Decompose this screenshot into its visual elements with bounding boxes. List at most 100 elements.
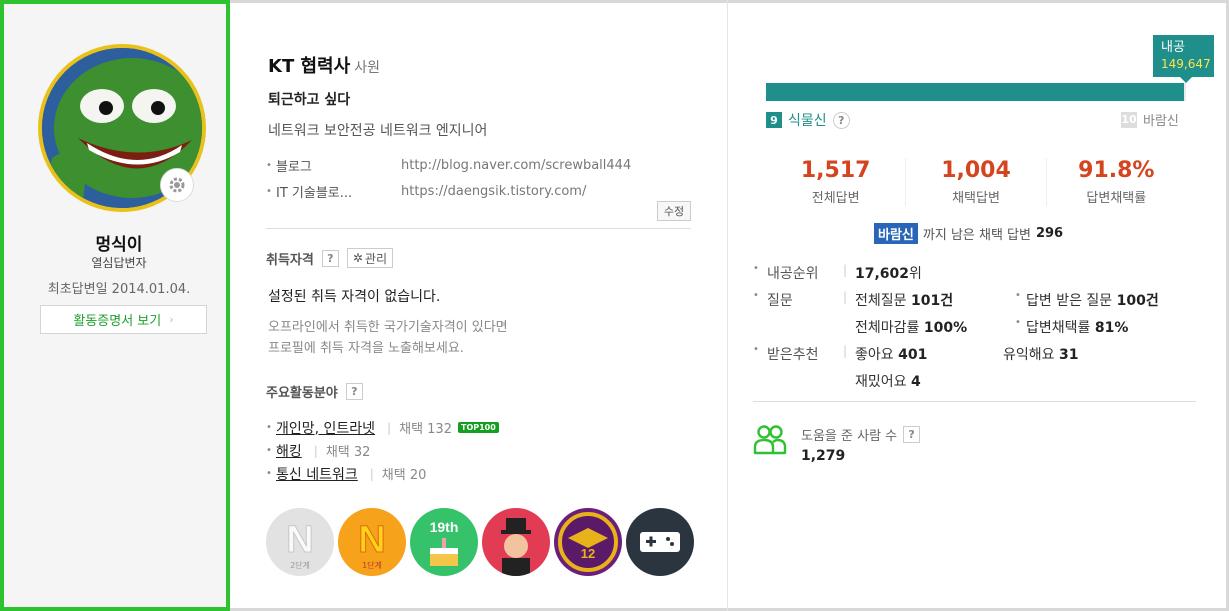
field-row: • 통신 네트워크 | 채택 20 [266, 462, 499, 485]
helpers-section: 도움을 준 사람 수 ? 1,279 [753, 423, 921, 464]
stat-label: 채택답변 [952, 191, 1000, 206]
current-level-name: 식물신 [788, 113, 827, 129]
useful-value: 31 [1058, 347, 1079, 363]
gear-icon [169, 177, 185, 193]
total-questions-label: 전체질문 [855, 293, 907, 309]
stat-adoption-rate: 91.8% 답변채택률 [1047, 158, 1186, 206]
field-count: 채택 132 [399, 422, 452, 437]
remaining-text: 까지 남은 채택 답변 [922, 228, 1031, 243]
helpers-help-icon[interactable]: ? [903, 426, 921, 443]
close-rate-value: 100% [923, 320, 968, 336]
rank-value-wrap: 17,602위 [855, 263, 922, 283]
separator: | [313, 443, 318, 458]
stat-value: 1,004 [941, 158, 1011, 183]
separator: | [843, 263, 848, 277]
stat-label: 전체답변 [811, 191, 860, 206]
answered-questions-value: 100건 [1116, 293, 1159, 309]
graduation-12-badge-icon[interactable]: 12 [554, 508, 622, 576]
next-level-name: 바람신 [1143, 114, 1179, 129]
activity-fields-list: • 개인망, 인트라넷 | 채택 132 TOP100 • 해킹 | 채택 32… [266, 416, 499, 485]
fun-value: 4 [910, 374, 921, 390]
field-name[interactable]: 해킹 [276, 441, 302, 461]
helpers-label: 도움을 준 사람 수 [801, 429, 898, 444]
people-icon [753, 425, 787, 455]
bullet-icon: • [753, 263, 759, 274]
field-count: 채택 20 [381, 468, 427, 483]
badge-text: 12 [581, 546, 595, 561]
adopt-rate: 답변채택률 81% [1026, 317, 1128, 337]
info-row-rates: 전체마감률 100% • 답변채택률 81% [753, 317, 1213, 344]
activity-certificate-button[interactable]: 활동증명서 보기 › [40, 305, 207, 334]
next-level-number: 10 [1121, 111, 1137, 128]
naver-n-stage2-badge-icon[interactable]: N 2단계 [266, 508, 334, 576]
divider [753, 401, 1196, 402]
info-row-recommend: • 받은추천 | 좋아요 401 유익해요 31 [753, 344, 1213, 371]
avatar-settings-button[interactable] [160, 168, 194, 202]
close-rate-label: 전체마감률 [855, 320, 920, 336]
fun: 재밌어요 4 [855, 371, 921, 391]
certs-help-line: 오프라인에서 취득한 국가기술자격이 있다면 [268, 320, 508, 335]
badge-text: 19th [430, 519, 459, 535]
field-name[interactable]: 통신 네트워크 [276, 464, 358, 484]
bullet-icon: • [753, 344, 759, 355]
power-tooltip: 내공 149,647 [1153, 35, 1214, 77]
certs-help-text: 오프라인에서 취득한 국가기술자격이 있다면 프로필에 취득 자격을 노출해보세… [268, 317, 508, 359]
link-url[interactable]: https://daengsik.tistory.com/ [401, 184, 586, 199]
gear-icon: ✲ [352, 251, 363, 265]
close-rate: 전체마감률 100% [855, 317, 967, 337]
certs-help-line: 프로필에 취득 자격을 노출해보세요. [268, 341, 464, 356]
self-intro: 네트워크 보안전공 네트워크 엔지니어 [268, 123, 488, 139]
recommend-label: 받은추천 [767, 347, 819, 363]
bullet-icon: • [266, 468, 272, 479]
edit-profile-button[interactable]: 수정 [657, 201, 691, 221]
fields-help-icon[interactable]: ? [345, 383, 363, 400]
separator: | [387, 420, 392, 435]
current-level-number: 9 [766, 112, 782, 128]
useful: 유익해요 31 [1003, 344, 1078, 364]
fields-title: 주요활동분야 [266, 386, 338, 401]
fields-header: 주요활동분야 ? [266, 382, 363, 401]
divider [266, 228, 691, 229]
field-count: 채택 32 [325, 445, 371, 460]
bullet-icon: • [1015, 317, 1021, 328]
stat-adopted-answers: 1,004 채택답변 [906, 158, 1047, 206]
rank-suffix: 위 [909, 266, 922, 282]
certs-header: 취득자격 ? ✲ 관리 [266, 248, 393, 268]
link-url[interactable]: http://blog.naver.com/screwball444 [401, 158, 631, 173]
magician-badge-icon[interactable] [482, 508, 550, 576]
rank-value: 17,602 [855, 266, 910, 282]
company-heading: KT 협력사 사원 [268, 52, 380, 78]
activity-certificate-label: 활동증명서 보기 [73, 314, 162, 329]
info-row-questions: • 질문 | 전체질문 101건 • 답변 받은 질문 100건 [753, 290, 1213, 317]
first-answer-date: 최초답변일 2014.01.04. [47, 282, 191, 297]
certs-help-icon[interactable]: ? [321, 249, 339, 267]
rank-label: 내공순위 [767, 266, 819, 282]
adopt-rate-value: 81% [1094, 320, 1129, 336]
certs-manage-button[interactable]: ✲ 관리 [346, 248, 393, 268]
helpers-count: 1,279 [801, 448, 846, 464]
answer-stats: 1,517 전체답변 1,004 채택답변 91.8% 답변채택률 [766, 158, 1186, 206]
field-row: • 해킹 | 채택 32 [266, 439, 499, 462]
field-row: • 개인망, 인트라넷 | 채택 132 TOP100 [266, 416, 499, 439]
game-controller-badge-icon[interactable] [626, 508, 694, 576]
naver-n-stage1-badge-icon[interactable]: N 1단계 [338, 508, 406, 576]
level-progress-bar [766, 83, 1186, 101]
likes-value: 401 [898, 347, 928, 363]
avatar-wrap [38, 44, 206, 212]
info-row-fun: 재밌어요 4 [753, 371, 1213, 398]
link-name: IT 기술블로... [276, 185, 353, 201]
svg-text:N: N [358, 519, 385, 561]
total-questions-value: 101건 [910, 293, 954, 309]
activity-info: • 내공순위 | 17,602위 • 질문 | 전체질문 101건 • 답변 받… [753, 263, 1213, 398]
bullet-icon: • [1015, 290, 1021, 301]
birthday-19th-badge-icon[interactable]: 19th [410, 508, 478, 576]
stat-label: 답변채택률 [1086, 191, 1147, 206]
field-name[interactable]: 개인망, 인트라넷 [276, 418, 375, 438]
profile-details: KT 협력사 사원 퇴근하고 싶다 네트워크 보안전공 네트워크 엔지니어 • 블… [230, 0, 728, 611]
bullet-icon: • [266, 445, 272, 456]
svg-text:N: N [286, 519, 313, 561]
bullet-icon: • [266, 422, 272, 433]
level-help-icon[interactable]: ? [832, 111, 850, 129]
company-position: 사원 [354, 60, 380, 76]
certs-title: 취득자격 [266, 252, 314, 268]
